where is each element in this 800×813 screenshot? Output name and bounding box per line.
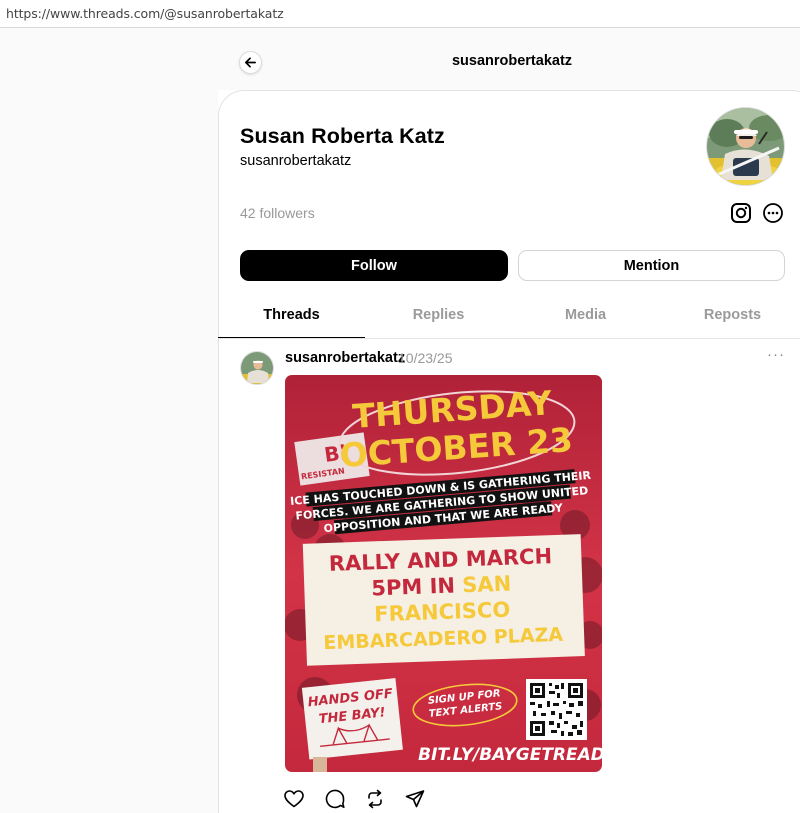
comment-icon[interactable] bbox=[324, 788, 346, 810]
more-circle-icon[interactable] bbox=[762, 202, 784, 224]
tab-reposts[interactable]: Reposts bbox=[659, 307, 800, 323]
post-author-avatar[interactable] bbox=[240, 351, 274, 385]
svg-text:FRANCISCO: FRANCISCO bbox=[374, 598, 511, 627]
profile-handle: susanrobertakatz bbox=[240, 153, 352, 169]
address-bar[interactable]: https://www.threads.com/@susanrobertakat… bbox=[0, 0, 800, 28]
post-image[interactable]: Bl RESISTAN THURSDAY OCTOBER 23 ICE HAS … bbox=[285, 375, 602, 772]
left-gutter bbox=[0, 28, 218, 813]
profile-tabs: Threads Replies Media Reposts bbox=[218, 297, 800, 339]
profile-avatar[interactable] bbox=[706, 107, 785, 186]
followers-count[interactable]: 42 followers bbox=[240, 205, 315, 221]
post-date[interactable]: 10/23/25 bbox=[398, 350, 453, 366]
poster-link: BIT.LY/BAYGETREADY bbox=[418, 745, 602, 765]
poster-rally-panel: RALLY AND MARCH 5PM IN SAN FRANCISCO EMB… bbox=[302, 534, 585, 666]
instagram-icon[interactable] bbox=[730, 202, 752, 224]
mention-button[interactable]: Mention bbox=[518, 250, 785, 281]
back-arrow-icon bbox=[245, 57, 256, 68]
back-button[interactable] bbox=[239, 51, 262, 74]
qr-code bbox=[526, 679, 587, 740]
post-more-icon[interactable]: ··· bbox=[767, 346, 785, 363]
header-username: susanrobertakatz bbox=[451, 53, 573, 69]
follow-button[interactable]: Follow bbox=[240, 250, 508, 281]
post-author-name[interactable]: susanrobertakatz bbox=[285, 350, 405, 366]
tab-threads[interactable]: Threads bbox=[218, 307, 365, 323]
share-icon[interactable] bbox=[404, 788, 426, 810]
svg-text:5PM IN SAN: 5PM IN SAN bbox=[371, 572, 512, 601]
active-tab-indicator bbox=[218, 337, 365, 338]
repost-icon[interactable] bbox=[364, 788, 386, 810]
heart-icon[interactable] bbox=[283, 788, 305, 810]
tab-media[interactable]: Media bbox=[512, 307, 659, 323]
poster-hands-off-sign: HANDS OFF THE BAY! bbox=[301, 678, 403, 760]
tab-replies[interactable]: Replies bbox=[365, 307, 512, 323]
url-text[interactable]: https://www.threads.com/@susanrobertakat… bbox=[6, 6, 284, 21]
profile-display-name: Susan Roberta Katz bbox=[240, 124, 445, 148]
